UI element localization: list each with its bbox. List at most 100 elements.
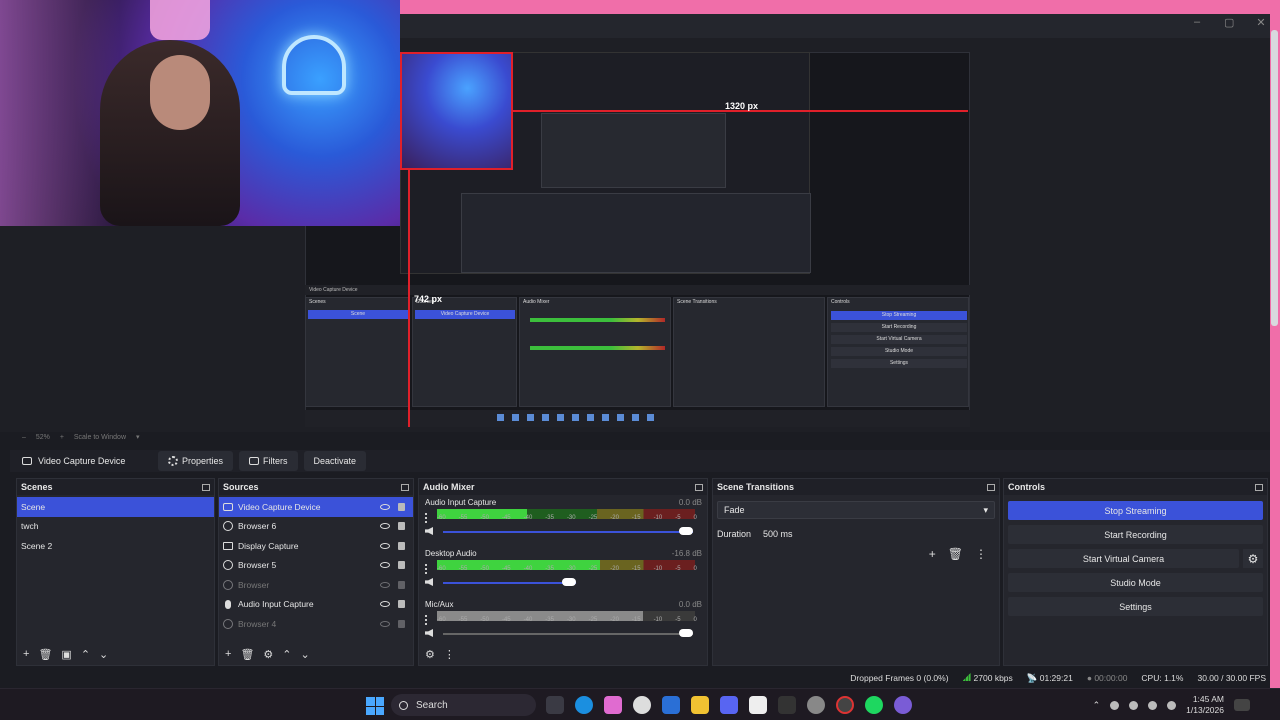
document-icon[interactable]: [749, 696, 767, 714]
undock-icon[interactable]: [401, 483, 409, 491]
channel-menu-icon[interactable]: [425, 564, 427, 574]
chevron-down-icon[interactable]: ▾: [136, 434, 140, 441]
minimize-icon[interactable]: –: [1192, 16, 1202, 29]
eye-icon[interactable]: [380, 523, 390, 530]
lock-icon[interactable]: [398, 502, 405, 511]
scene-item[interactable]: Scene: [17, 497, 214, 517]
speaker-icon[interactable]: [425, 527, 433, 535]
scene-item[interactable]: twch: [17, 517, 214, 537]
meter-tick: -35: [545, 617, 554, 623]
volume-knob[interactable]: [679, 629, 693, 637]
undock-icon[interactable]: [1255, 483, 1263, 491]
settings-button[interactable]: Settings: [1008, 597, 1263, 616]
source-item[interactable]: Video Capture Device: [219, 497, 413, 517]
channel-menu-icon[interactable]: [425, 615, 427, 625]
scale-mode[interactable]: Scale to Window: [74, 434, 126, 441]
chevron-up-icon[interactable]: ⌃: [1093, 700, 1101, 711]
app-icon[interactable]: [604, 696, 622, 714]
zoom-in-icon[interactable]: +: [60, 434, 64, 441]
volume-slider[interactable]: [443, 531, 693, 533]
eye-icon[interactable]: [380, 542, 390, 549]
filter-icon[interactable]: ▣: [61, 648, 71, 661]
lock-icon[interactable]: [398, 600, 405, 609]
move-up-icon[interactable]: ⌃: [282, 648, 291, 661]
lock-icon[interactable]: [398, 561, 405, 570]
source-item[interactable]: Audio Input Capture: [219, 595, 413, 615]
move-down-icon[interactable]: ⌄: [301, 648, 310, 661]
mixer-channel: Audio Input Capture 0.0 dB -60 -55 -50 -45 -40…: [419, 495, 707, 546]
volume-slider[interactable]: [443, 633, 693, 635]
app-icon[interactable]: [778, 696, 796, 714]
discord-icon[interactable]: [720, 696, 738, 714]
volume-knob[interactable]: [679, 527, 693, 535]
eye-hidden-icon[interactable]: [380, 620, 390, 627]
app-icon[interactable]: [894, 696, 912, 714]
filters-button[interactable]: Filters: [239, 451, 298, 471]
volume-knob[interactable]: [561, 578, 576, 586]
app-icon[interactable]: [633, 696, 651, 714]
mic-icon[interactable]: [1129, 700, 1139, 710]
obs-icon[interactable]: [836, 696, 854, 714]
gear-icon[interactable]: ⚙: [425, 648, 435, 661]
transition-select[interactable]: Fade ▾: [717, 501, 995, 519]
settings-app-icon[interactable]: [807, 696, 825, 714]
scene-item[interactable]: Scene 2: [17, 536, 214, 556]
undock-icon[interactable]: [202, 483, 210, 491]
trash-icon[interactable]: 🗑: [38, 648, 52, 661]
eye-hidden-icon[interactable]: [380, 581, 390, 588]
studio-mode-button[interactable]: Studio Mode: [1008, 573, 1263, 592]
source-item[interactable]: Browser 4: [219, 614, 413, 634]
undock-icon[interactable]: [695, 483, 703, 491]
notification-icon[interactable]: [1234, 699, 1250, 711]
clock[interactable]: 1:45 AM 1/13/2026: [1186, 694, 1224, 716]
add-icon[interactable]: +: [23, 648, 29, 660]
windows-start-icon[interactable]: [366, 697, 384, 715]
edge-icon[interactable]: [575, 696, 593, 714]
eye-icon[interactable]: [380, 503, 390, 510]
add-icon[interactable]: +: [929, 547, 936, 561]
trash-icon[interactable]: 🗑: [240, 648, 254, 661]
trash-icon[interactable]: 🗑: [948, 547, 963, 561]
move-down-icon[interactable]: ⌄: [99, 648, 108, 661]
eye-icon[interactable]: [380, 562, 390, 569]
cloud-icon[interactable]: [1110, 700, 1120, 710]
virtual-camera-settings-button[interactable]: ⚙: [1243, 549, 1263, 568]
close-icon[interactable]: ✕: [1256, 16, 1266, 29]
zoom-out-icon[interactable]: –: [22, 434, 26, 441]
duration-field[interactable]: 500 ms: [759, 525, 988, 543]
store-icon[interactable]: [662, 696, 680, 714]
more-icon[interactable]: ⋮: [975, 547, 987, 561]
add-icon[interactable]: +: [225, 648, 231, 660]
lock-icon[interactable]: [398, 522, 405, 531]
speaker-icon[interactable]: [425, 629, 433, 637]
speaker-icon[interactable]: [425, 578, 433, 586]
task-view-icon[interactable]: [546, 696, 564, 714]
source-item[interactable]: Display Capture: [219, 536, 413, 556]
source-item[interactable]: Browser 6: [219, 517, 413, 537]
source-item[interactable]: Browser: [219, 575, 413, 595]
move-up-icon[interactable]: ⌃: [81, 648, 90, 661]
channel-menu-icon[interactable]: [425, 513, 427, 523]
taskbar-search[interactable]: Search: [391, 694, 536, 716]
gear-icon[interactable]: ⚙: [263, 648, 273, 661]
volume-icon[interactable]: [1167, 700, 1177, 710]
undock-icon[interactable]: [987, 483, 995, 491]
scrollbar-thumb[interactable]: [1271, 30, 1278, 326]
maximize-icon[interactable]: ▢: [1224, 16, 1234, 29]
lock-icon[interactable]: [398, 580, 405, 589]
volume-slider[interactable]: [443, 582, 576, 584]
more-icon[interactable]: ⋮: [444, 648, 455, 661]
stop-streaming-button[interactable]: Stop Streaming: [1008, 501, 1263, 520]
spotify-icon[interactable]: [865, 696, 883, 714]
properties-button[interactable]: Properties: [158, 451, 234, 471]
selected-source-bounds[interactable]: [400, 52, 513, 170]
file-explorer-icon[interactable]: [691, 696, 709, 714]
source-item[interactable]: Browser 5: [219, 556, 413, 576]
lock-icon[interactable]: [398, 541, 405, 550]
lock-icon[interactable]: [398, 619, 405, 628]
eye-icon[interactable]: [380, 601, 390, 608]
start-virtual-camera-button[interactable]: Start Virtual Camera: [1008, 549, 1239, 568]
deactivate-button[interactable]: Deactivate: [303, 451, 367, 471]
start-recording-button[interactable]: Start Recording: [1008, 525, 1263, 544]
wifi-icon[interactable]: [1148, 700, 1158, 710]
